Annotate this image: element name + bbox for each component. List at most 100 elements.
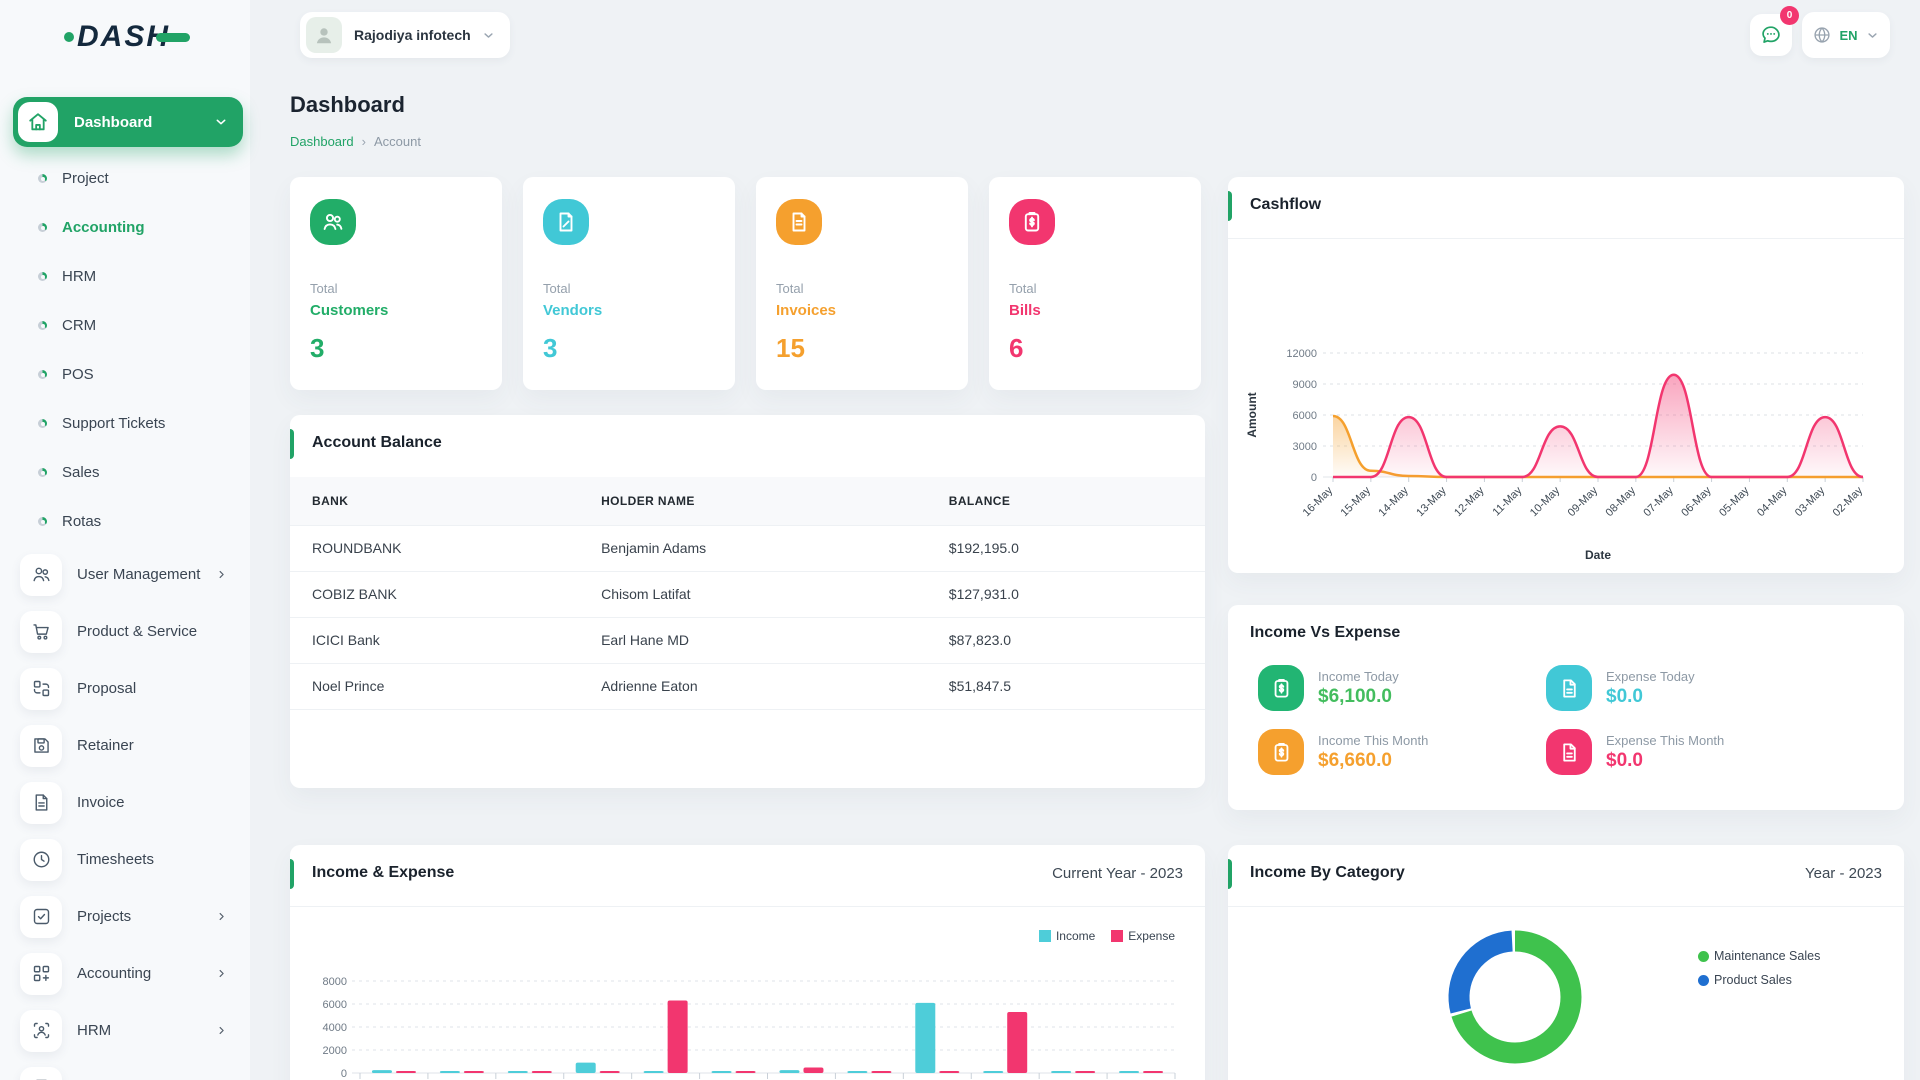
- legend-label: Income: [1056, 929, 1095, 943]
- metric-label: Expense Today: [1606, 669, 1695, 684]
- stat-card-name: Vendors: [543, 302, 715, 319]
- dashboard-page: DASH Dashboard ProjectAccountingHRMCRMPO…: [0, 0, 1920, 1080]
- projects-icon: [20, 896, 62, 938]
- sidebar-sections: User Management Product & Service Proposal…: [0, 546, 250, 1080]
- sidebar-item-project[interactable]: Project: [0, 154, 250, 203]
- sidebar-item-accounting[interactable]: Accounting: [0, 945, 250, 1002]
- bullet-icon: [38, 468, 47, 477]
- home-icon: [18, 102, 58, 142]
- stat-card-name: Bills: [1009, 302, 1181, 319]
- sidebar-item-crm[interactable]: CRM: [0, 1059, 250, 1080]
- stat-card-value: 3: [310, 333, 482, 364]
- bullet-icon: [38, 321, 47, 330]
- sidebar-item-rotas[interactable]: Rotas: [0, 497, 250, 546]
- notification-badge: 0: [1780, 6, 1799, 25]
- panel-subtitle: Year - 2023: [1805, 865, 1882, 882]
- chevron-right-icon: [215, 967, 228, 980]
- panel-title: Cashflow: [1250, 196, 1321, 214]
- sidebar-item-product-service[interactable]: Product & Service: [0, 603, 250, 660]
- chevron-down-icon: [1865, 28, 1880, 43]
- svg-text:11-May: 11-May: [1491, 484, 1525, 518]
- hrm-icon: [20, 1010, 62, 1052]
- sidebar-item-timesheets[interactable]: Timesheets: [0, 831, 250, 888]
- table-cell: Chisom Latifat: [601, 571, 949, 617]
- svg-text:Date: Date: [1585, 548, 1611, 562]
- breadcrumb-link-dashboard[interactable]: Dashboard: [290, 134, 354, 149]
- sidebar-item-accounting[interactable]: Accounting: [0, 203, 250, 252]
- sidebar-item-label: Product & Service: [77, 623, 197, 640]
- panel-title: Income By Category: [1250, 864, 1405, 882]
- svg-text:10-May: 10-May: [1528, 484, 1563, 519]
- sidebar-item-label: Sales: [62, 464, 100, 481]
- svg-text:07-May: 07-May: [1641, 484, 1676, 519]
- sidebar-item-proposal[interactable]: Proposal: [0, 660, 250, 717]
- donut-legend: Maintenance SalesProduct Sales: [1698, 949, 1820, 987]
- svg-text:14-May: 14-May: [1376, 484, 1411, 519]
- expense-icon: [1546, 665, 1592, 711]
- sidebar-item-crm[interactable]: CRM: [0, 301, 250, 350]
- table-cell: Earl Hane MD: [601, 617, 949, 663]
- sidebar: DASH Dashboard ProjectAccountingHRMCRMPO…: [0, 0, 250, 1080]
- metric-value: $0.0: [1606, 750, 1724, 772]
- table-cell: ICICI Bank: [290, 617, 601, 663]
- breadcrumb-current: Account: [374, 134, 421, 149]
- clock-icon: [20, 839, 62, 881]
- logo-dot-icon: [64, 32, 74, 42]
- legend-dot: [1698, 975, 1709, 986]
- svg-text:06-May: 06-May: [1679, 484, 1714, 519]
- table-cell: COBIZ BANK: [290, 571, 601, 617]
- proposal-icon: [20, 668, 62, 710]
- legend-swatch: [1039, 930, 1051, 942]
- svg-text:6000: 6000: [1293, 410, 1317, 422]
- stat-card-customers: TotalCustomers3: [290, 177, 502, 390]
- invoices-icon: [776, 199, 822, 245]
- svg-text:9000: 9000: [1293, 379, 1317, 391]
- sidebar-item-dashboard[interactable]: Dashboard: [13, 97, 243, 147]
- svg-text:13-May: 13-May: [1414, 484, 1449, 519]
- sidebar-item-invoice[interactable]: Invoice: [0, 774, 250, 831]
- svg-text:08-May: 08-May: [1604, 484, 1639, 519]
- account-balance-panel: Account Balance BANKHOLDER NAMEBALANCE R…: [290, 415, 1205, 788]
- sidebar-item-user-management[interactable]: User Management: [0, 546, 250, 603]
- bullet-icon: [38, 174, 47, 183]
- sidebar-item-retainer[interactable]: Retainer: [0, 717, 250, 774]
- table-cell: $127,931.0: [949, 571, 1205, 617]
- sidebar-item-pos[interactable]: POS: [0, 350, 250, 399]
- sidebar-item-hrm[interactable]: HRM: [0, 252, 250, 301]
- sidebar-item-hrm[interactable]: HRM: [0, 1002, 250, 1059]
- accent-bar: [1228, 859, 1232, 889]
- sidebar-item-label: HRM: [77, 1022, 111, 1039]
- panel-title: Income Vs Expense: [1250, 624, 1400, 642]
- svg-text:16-May: 16-May: [1301, 484, 1336, 519]
- table-cell: $192,195.0: [949, 525, 1205, 571]
- breadcrumb-separator: ›: [362, 134, 366, 149]
- sidebar-item-label: Support Tickets: [62, 415, 165, 432]
- app-logo: DASH: [64, 20, 190, 54]
- svg-text:15-May: 15-May: [1339, 484, 1374, 519]
- svg-text:09-May: 09-May: [1566, 484, 1601, 519]
- table-row: Noel PrinceAdrienne Eaton$51,847.5: [290, 663, 1205, 709]
- sidebar-item-sales[interactable]: Sales: [0, 448, 250, 497]
- table-row: COBIZ BANKChisom Latifat$127,931.0: [290, 571, 1205, 617]
- sidebar-item-label: Projects: [77, 908, 131, 925]
- bar-chart-legend: IncomeExpense: [1039, 929, 1175, 943]
- workspace-dropdown[interactable]: Rajodiya infotech: [300, 12, 510, 58]
- svg-text:2000: 2000: [323, 1045, 347, 1057]
- sidebar-item-label: Accounting: [77, 965, 151, 982]
- stat-card-bills: TotalBills6: [989, 177, 1201, 390]
- sidebar-item-projects[interactable]: Projects: [0, 888, 250, 945]
- cashflow-chart: 03000600090001200016-May15-May14-May13-M…: [1238, 267, 1894, 567]
- svg-text:12-May: 12-May: [1452, 484, 1487, 519]
- svg-text:0: 0: [1311, 472, 1317, 484]
- metric-value: $0.0: [1606, 686, 1695, 708]
- messages-button[interactable]: 0: [1750, 14, 1792, 56]
- logo-dash-icon: [156, 33, 190, 42]
- chevron-down-icon: [213, 114, 229, 130]
- language-selector[interactable]: EN: [1802, 12, 1890, 58]
- stat-card-value: 15: [776, 333, 948, 364]
- stat-card-label: Total: [310, 281, 482, 296]
- bullet-icon: [38, 223, 47, 232]
- table-row: ICICI BankEarl Hane MD$87,823.0: [290, 617, 1205, 663]
- legend-label: Maintenance Sales: [1714, 949, 1820, 963]
- sidebar-item-support-tickets[interactable]: Support Tickets: [0, 399, 250, 448]
